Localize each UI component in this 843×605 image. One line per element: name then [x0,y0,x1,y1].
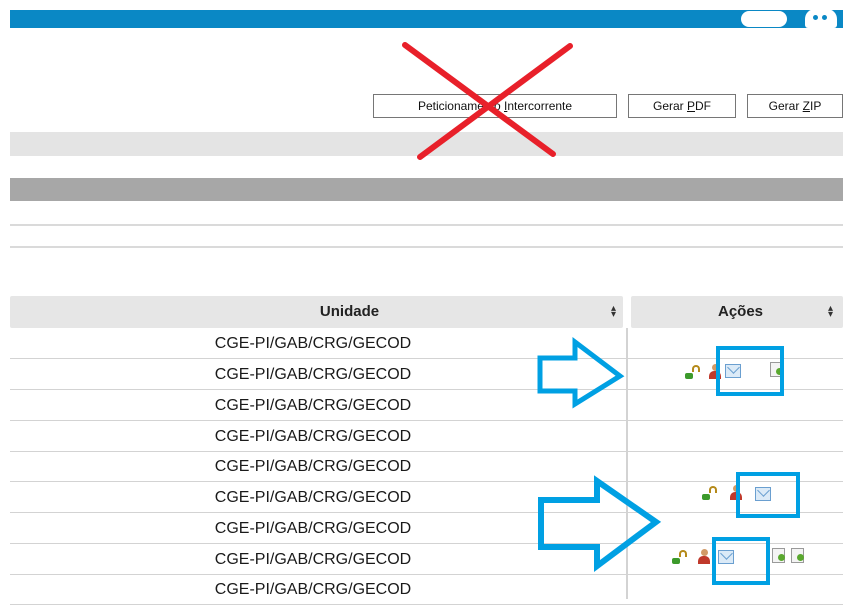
annotation-overlay [402,42,662,572]
arrow-right-icon [538,475,662,572]
arrow-right-icon [537,336,625,409]
red-cross [402,42,573,160]
